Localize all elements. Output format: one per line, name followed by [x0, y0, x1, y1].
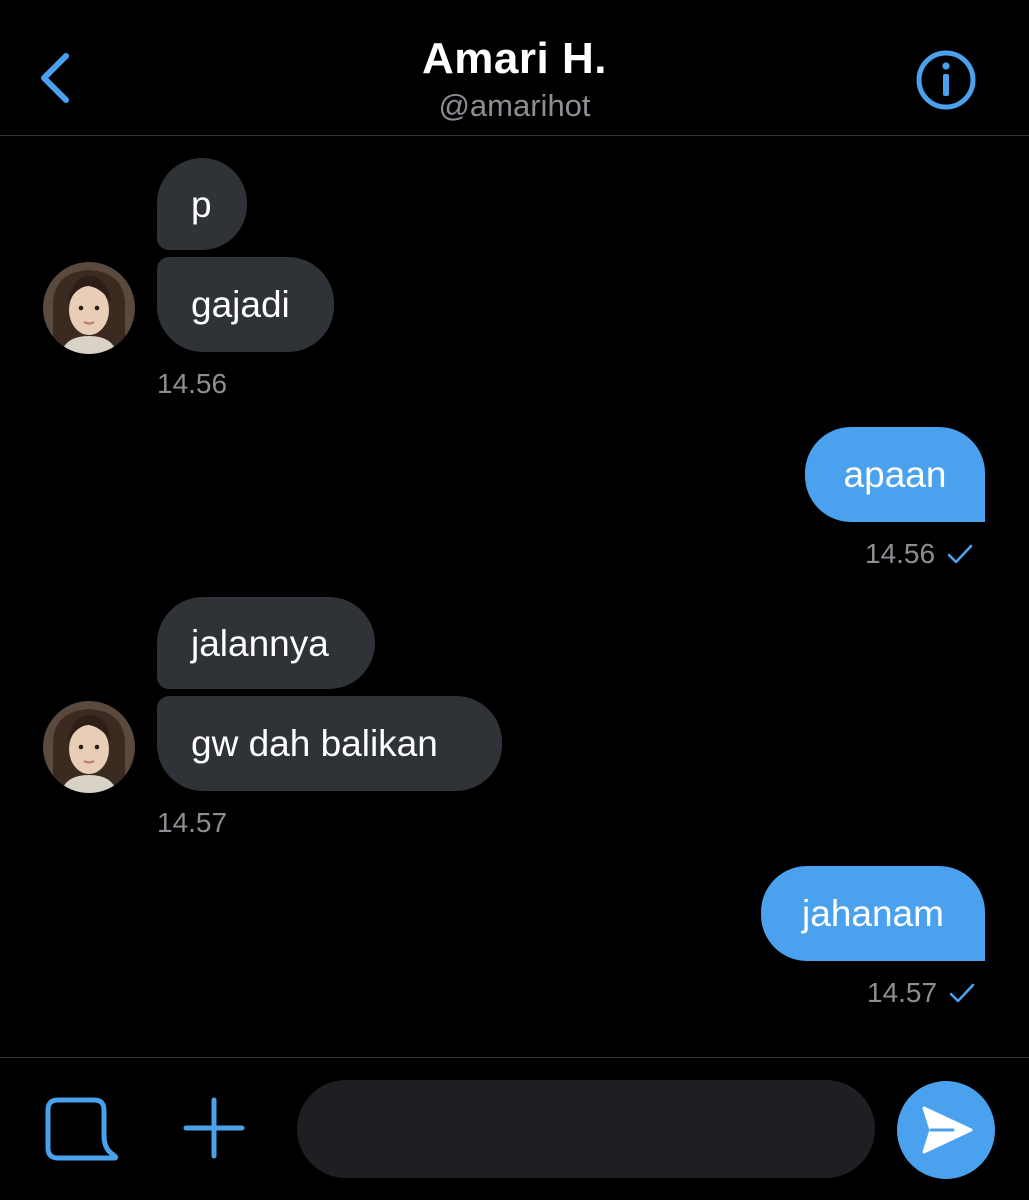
outgoing-message-bubble[interactable]: apaan — [805, 427, 985, 522]
outgoing-message-bubble[interactable]: jahanam — [761, 866, 985, 961]
contact-handle: @amarihot — [438, 88, 591, 123]
plus-icon[interactable] — [182, 1096, 246, 1160]
send-button[interactable] — [897, 1081, 995, 1179]
message-text: p — [191, 183, 212, 225]
contact-name[interactable]: Amari H. — [0, 34, 1029, 84]
send-icon — [922, 1106, 973, 1154]
gif-icon[interactable] — [44, 1096, 122, 1162]
incoming-message-bubble[interactable]: gajadi — [157, 257, 334, 352]
message-timestamp: 14.56 — [865, 538, 936, 569]
message-text: gw dah balikan — [191, 723, 438, 764]
incoming-message-bubble[interactable]: jalannya — [157, 597, 375, 689]
message-timestamp: 14.57 — [867, 977, 938, 1008]
info-icon[interactable] — [914, 48, 978, 112]
message-timestamp: 14.57 — [157, 807, 228, 838]
message-text: jahanam — [802, 893, 944, 934]
incoming-message-bubble[interactable]: p — [157, 158, 247, 250]
message-timestamp-row: 14.57 — [867, 977, 975, 1009]
message-timestamp-row: 14.56 — [865, 538, 973, 570]
checkmark-icon — [949, 983, 975, 1003]
message-timestamp: 14.56 — [157, 368, 228, 399]
message-text: apaan — [843, 454, 947, 495]
message-text: jalannya — [191, 622, 329, 664]
message-text: gajadi — [191, 284, 290, 325]
message-input[interactable] — [297, 1080, 875, 1178]
contact-avatar[interactable] — [43, 262, 135, 354]
incoming-message-bubble[interactable]: gw dah balikan — [157, 696, 502, 791]
conversation-header: Amari H. @amarihot — [0, 0, 1029, 136]
contact-avatar[interactable] — [43, 701, 135, 793]
checkmark-icon — [947, 544, 973, 564]
